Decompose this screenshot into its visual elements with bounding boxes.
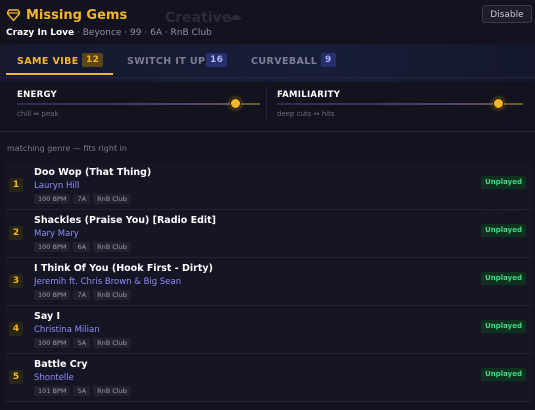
- energy-label: ENERGY: [17, 90, 58, 100]
- track-tags: 100 BPM 5A RnB Club: [34, 338, 134, 348]
- track-artist: Christina Milian: [34, 325, 100, 335]
- track-title: Battle Cry: [34, 359, 88, 370]
- bpm-tag: 101 BPM: [34, 386, 71, 396]
- tab-count: 16: [206, 53, 228, 67]
- status-badge: Unplayed: [481, 320, 526, 333]
- status-badge: Unplayed: [481, 224, 526, 237]
- track-row[interactable]: 1 Doo Wop (That Thing) Lauryn Hill 100 B…: [5, 163, 532, 210]
- genre-tag: RnB Club: [93, 290, 131, 300]
- tab-count: 12: [82, 53, 104, 67]
- track-row[interactable]: 5 Battle Cry Shontelle 101 BPM 5A RnB Club…: [5, 355, 532, 402]
- energy-slider-track[interactable]: [17, 103, 260, 105]
- panel-title: Missing Gems: [26, 8, 128, 23]
- divider: [0, 77, 535, 78]
- familiarity-slider-handle[interactable]: [492, 98, 504, 109]
- tab-count: 9: [321, 53, 336, 67]
- genre-tag: RnB Club: [93, 338, 131, 348]
- panel-header: Missing Gems Disable Crazy In Love · Bey…: [0, 0, 535, 44]
- track-tags: 101 BPM 5A RnB Club: [34, 386, 134, 396]
- track-tags: 100 BPM 7A RnB Club: [34, 194, 134, 204]
- genre-tag: RnB Club: [93, 194, 131, 204]
- energy-slider-handle[interactable]: [230, 98, 242, 109]
- tab-label: CURVEBALL: [251, 56, 318, 67]
- track-artist: Shontelle: [34, 373, 74, 383]
- key-tag: 5A: [73, 386, 91, 396]
- track-artist: Jeremih ft. Chris Brown & Big Sean: [34, 277, 182, 287]
- track-artist: Mary Mary: [34, 229, 79, 239]
- bpm-tag: 100 BPM: [34, 242, 71, 252]
- key-tag: 5A: [73, 338, 91, 348]
- track-number: 2: [9, 226, 23, 240]
- track-row[interactable]: 3 I Think Of You (Hook First - Dirty) Je…: [5, 259, 532, 306]
- track-number: 3: [9, 274, 23, 288]
- bpm-tag: 100 BPM: [34, 194, 71, 204]
- status-badge: Unplayed: [481, 272, 526, 285]
- bpm-tag: 100 BPM: [34, 338, 71, 348]
- genre-tag: RnB Club: [93, 242, 131, 252]
- slider-separator: [266, 86, 267, 122]
- track-title: Shackles (Praise You) [Radio Edit]: [34, 215, 217, 226]
- track-tags: 100 BPM 7A RnB Club: [34, 290, 134, 300]
- status-badge: Unplayed: [481, 368, 526, 381]
- gem-icon: [7, 9, 20, 21]
- track-title: I Think Of You (Hook First - Dirty): [34, 263, 213, 274]
- tab-switch-it-up[interactable]: SWITCH IT UP 16: [127, 48, 228, 76]
- track-number: 5: [9, 370, 23, 384]
- tab-bar: SAME VIBE 12 SWITCH IT UP 16 CURVEBALL 9: [0, 48, 535, 76]
- track-number: 1: [9, 178, 23, 192]
- active-tab-indicator: [6, 73, 113, 75]
- genre-tag: RnB Club: [93, 386, 131, 396]
- tab-label: SWITCH IT UP: [127, 56, 206, 67]
- energy-hint: chill ↔ peak: [17, 110, 59, 118]
- divider: [0, 131, 535, 132]
- now-playing-meta: · Beyonce · 99 · 6A · RnB Club: [77, 28, 212, 38]
- familiarity-label: FAMILIARITY: [277, 90, 341, 100]
- track-row[interactable]: 2 Shackles (Praise You) [Radio Edit] Mar…: [5, 211, 532, 258]
- track-title: Doo Wop (That Thing): [34, 167, 152, 178]
- now-playing: Crazy In Love · Beyonce · 99 · 6A · RnB …: [6, 28, 212, 38]
- track-number: 4: [9, 322, 23, 336]
- disable-button[interactable]: Disable: [482, 5, 532, 23]
- status-badge: Unplayed: [481, 176, 526, 189]
- tab-label: SAME VIBE: [17, 56, 79, 67]
- familiarity-slider-track[interactable]: [277, 103, 523, 105]
- track-tags: 100 BPM 6A RnB Club: [34, 242, 134, 252]
- key-tag: 7A: [73, 290, 91, 300]
- tuning-sliders: ENERGY chill ↔ peak FAMILIARITY deep cut…: [0, 80, 535, 128]
- section-label: matching genre — fits right in: [7, 144, 127, 153]
- key-tag: 6A: [73, 242, 91, 252]
- track-title: Say I: [34, 311, 60, 322]
- familiarity-hint: deep cuts ↔ hits: [277, 110, 335, 118]
- key-tag: 7A: [73, 194, 91, 204]
- track-artist: Lauryn Hill: [34, 181, 80, 191]
- track-row[interactable]: 4 Say I Christina Milian 100 BPM 5A RnB Cl…: [5, 307, 532, 354]
- bpm-tag: 100 BPM: [34, 290, 71, 300]
- tab-curveball[interactable]: CURVEBALL 9: [251, 48, 341, 76]
- tab-same-vibe[interactable]: SAME VIBE 12: [17, 48, 113, 76]
- now-playing-song: Crazy In Love: [6, 28, 75, 38]
